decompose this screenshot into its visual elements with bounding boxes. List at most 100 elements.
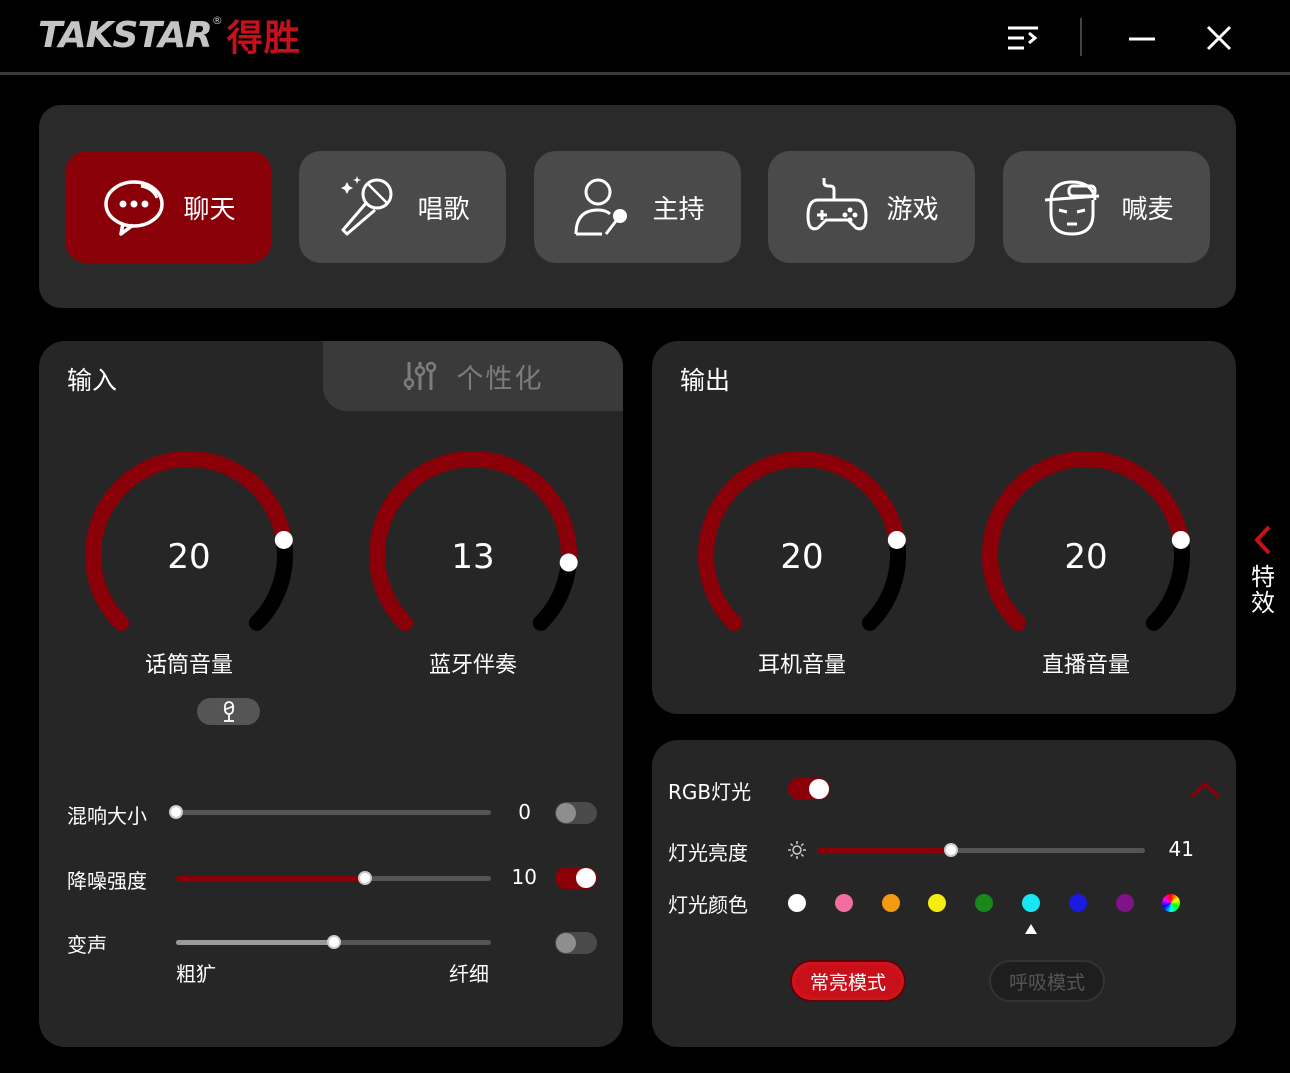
color-swatch[interactable] (1068, 894, 1087, 912)
menu-list-icon (1008, 26, 1038, 50)
selected-color-pointer-icon (1025, 924, 1037, 934)
input-panel-title: 输入 (67, 366, 118, 395)
voice-rough-label: 粗犷 (176, 962, 216, 986)
mic-volume-value: 20 (167, 537, 211, 577)
reverb-value: 0 (518, 800, 531, 824)
color-swatch[interactable] (788, 894, 806, 912)
chat-bubble-icon (104, 180, 165, 236)
voice-change-toggle[interactable] (555, 932, 597, 954)
reverb-toggle[interactable] (555, 802, 597, 824)
close-button[interactable] (1197, 16, 1241, 60)
gamepad-icon (806, 178, 868, 231)
mode-sing-button[interactable]: 唱歌 (299, 151, 506, 263)
personalize-tab[interactable]: 个性化 (323, 341, 623, 411)
sun-brightness-icon (788, 841, 806, 859)
collapse-chevron-up-icon[interactable] (1188, 780, 1222, 800)
color-swatch[interactable] (975, 894, 994, 912)
chevron-left-icon (1254, 525, 1271, 555)
voice-change-slider-fill (176, 940, 334, 945)
host-person-icon (574, 178, 628, 236)
reverb-slider-thumb[interactable] (169, 805, 183, 819)
minimize-icon (1129, 37, 1155, 41)
mic-monitor-button[interactable] (197, 698, 260, 725)
noise-reduction-slider[interactable] (176, 871, 491, 885)
live-volume-knob[interactable]: 20 (976, 445, 1196, 665)
logo-registered-mark: ® (211, 14, 223, 27)
noise-reduction-toggle[interactable] (555, 867, 597, 889)
noise-reduction-label: 降噪强度 (67, 869, 147, 893)
color-swatch[interactable] (1162, 894, 1181, 912)
logo-text-cn: 得胜 (226, 18, 301, 59)
color-swatch[interactable] (1022, 894, 1040, 912)
mode-panel: 聊天 唱歌 主持 游戏 喊麦 (39, 105, 1236, 308)
live-volume-label: 直播音量 (1041, 653, 1130, 678)
rgb-light-toggle-knob (809, 779, 829, 799)
equalizer-sliders-icon (403, 361, 436, 390)
brightness-label: 灯光亮度 (668, 841, 748, 865)
mode-game-label: 游戏 (886, 194, 939, 225)
brightness-slider-fill (817, 848, 952, 853)
brightness-slider[interactable] (817, 843, 1145, 857)
mode-shout-button[interactable]: 喊麦 (1003, 151, 1210, 263)
effects-tab-char-1: 特 (1251, 563, 1275, 591)
reverb-slider[interactable] (169, 805, 491, 819)
light-color-label: 灯光颜色 (668, 893, 748, 917)
voice-thin-label: 纤细 (449, 962, 489, 986)
rgb-panel: RGB灯光 灯光亮度 41 灯光颜色 常亮模式 呼吸模式 (652, 740, 1236, 1047)
color-swatch[interactable] (834, 894, 853, 912)
minimize-button[interactable] (1120, 16, 1164, 60)
color-swatch[interactable] (881, 894, 900, 912)
mic-monitor-icon (223, 700, 234, 722)
brightness-slider-thumb[interactable] (944, 843, 959, 857)
output-panel-title: 输出 (680, 366, 731, 395)
titlebar-divider (0, 72, 1290, 75)
bluetooth-accompaniment-label: 蓝牙伴奏 (428, 653, 517, 678)
voice-change-slider[interactable] (176, 935, 491, 949)
effects-tab-label: 特 效 (1250, 564, 1276, 616)
mode-host-label: 主持 (652, 194, 705, 225)
microphone-icon (341, 176, 393, 236)
noise-reduction-value: 10 (511, 865, 537, 889)
effects-tab-char-2: 效 (1251, 589, 1275, 617)
headphone-volume-label: 耳机音量 (757, 653, 846, 678)
color-swatch[interactable] (928, 894, 947, 912)
mode-shout-label: 喊麦 (1121, 194, 1174, 225)
bluetooth-accompaniment-value: 13 (451, 537, 495, 577)
reverb-label: 混响大小 (67, 804, 147, 828)
personalize-tab-label: 个性化 (456, 363, 544, 395)
output-panel: 输出 20 耳机音量 20 直播音量 (652, 341, 1236, 714)
mode-game-button[interactable]: 游戏 (768, 151, 975, 263)
live-volume-value: 20 (1064, 537, 1108, 577)
noise-reduction-slider-fill (176, 876, 365, 881)
voice-change-label: 变声 (67, 933, 107, 957)
headphone-volume-knob[interactable]: 20 (692, 445, 912, 665)
color-swatch[interactable] (1115, 894, 1134, 912)
mode-host-button[interactable]: 主持 (534, 151, 741, 263)
cap-face-icon (1045, 180, 1100, 236)
rgb-light-label: RGB灯光 (668, 780, 752, 804)
rgb-light-toggle[interactable] (788, 778, 830, 800)
mode-chat-button[interactable]: 聊天 (65, 151, 272, 263)
mic-volume-knob[interactable]: 20 (79, 445, 299, 665)
mode-sing-label: 唱歌 (417, 194, 470, 225)
brightness-value: 41 (1168, 837, 1194, 861)
steady-mode-button[interactable]: 常亮模式 (790, 960, 906, 1002)
voice-change-slider-thumb[interactable] (326, 935, 341, 949)
title-bar: TAKSTAR ® 得胜 (0, 0, 1290, 72)
reverb-toggle-knob (556, 803, 576, 823)
noise-reduction-slider-thumb[interactable] (358, 871, 372, 885)
logo-text-en: TAKSTAR (38, 14, 213, 56)
close-icon (1206, 25, 1232, 51)
mode-chat-label: 聊天 (183, 194, 236, 225)
effects-side-tab[interactable]: 特 效 (1246, 524, 1280, 628)
mic-volume-label: 话筒音量 (144, 653, 233, 678)
takstar-logo: TAKSTAR ® 得胜 (38, 12, 301, 59)
noise-reduction-toggle-knob (576, 868, 596, 888)
headphone-volume-value: 20 (780, 537, 824, 577)
breathing-mode-button[interactable]: 呼吸模式 (989, 960, 1105, 1002)
titlebar-separator (1080, 18, 1082, 56)
input-panel: 输入 个性化 20 话筒音量 13 蓝牙伴奏 混响大小 0 降噪强度 10 变声… (39, 341, 623, 1047)
menu-button[interactable] (1001, 16, 1045, 60)
voice-change-toggle-knob (556, 933, 576, 953)
bluetooth-accompaniment-knob[interactable]: 13 (363, 445, 583, 665)
